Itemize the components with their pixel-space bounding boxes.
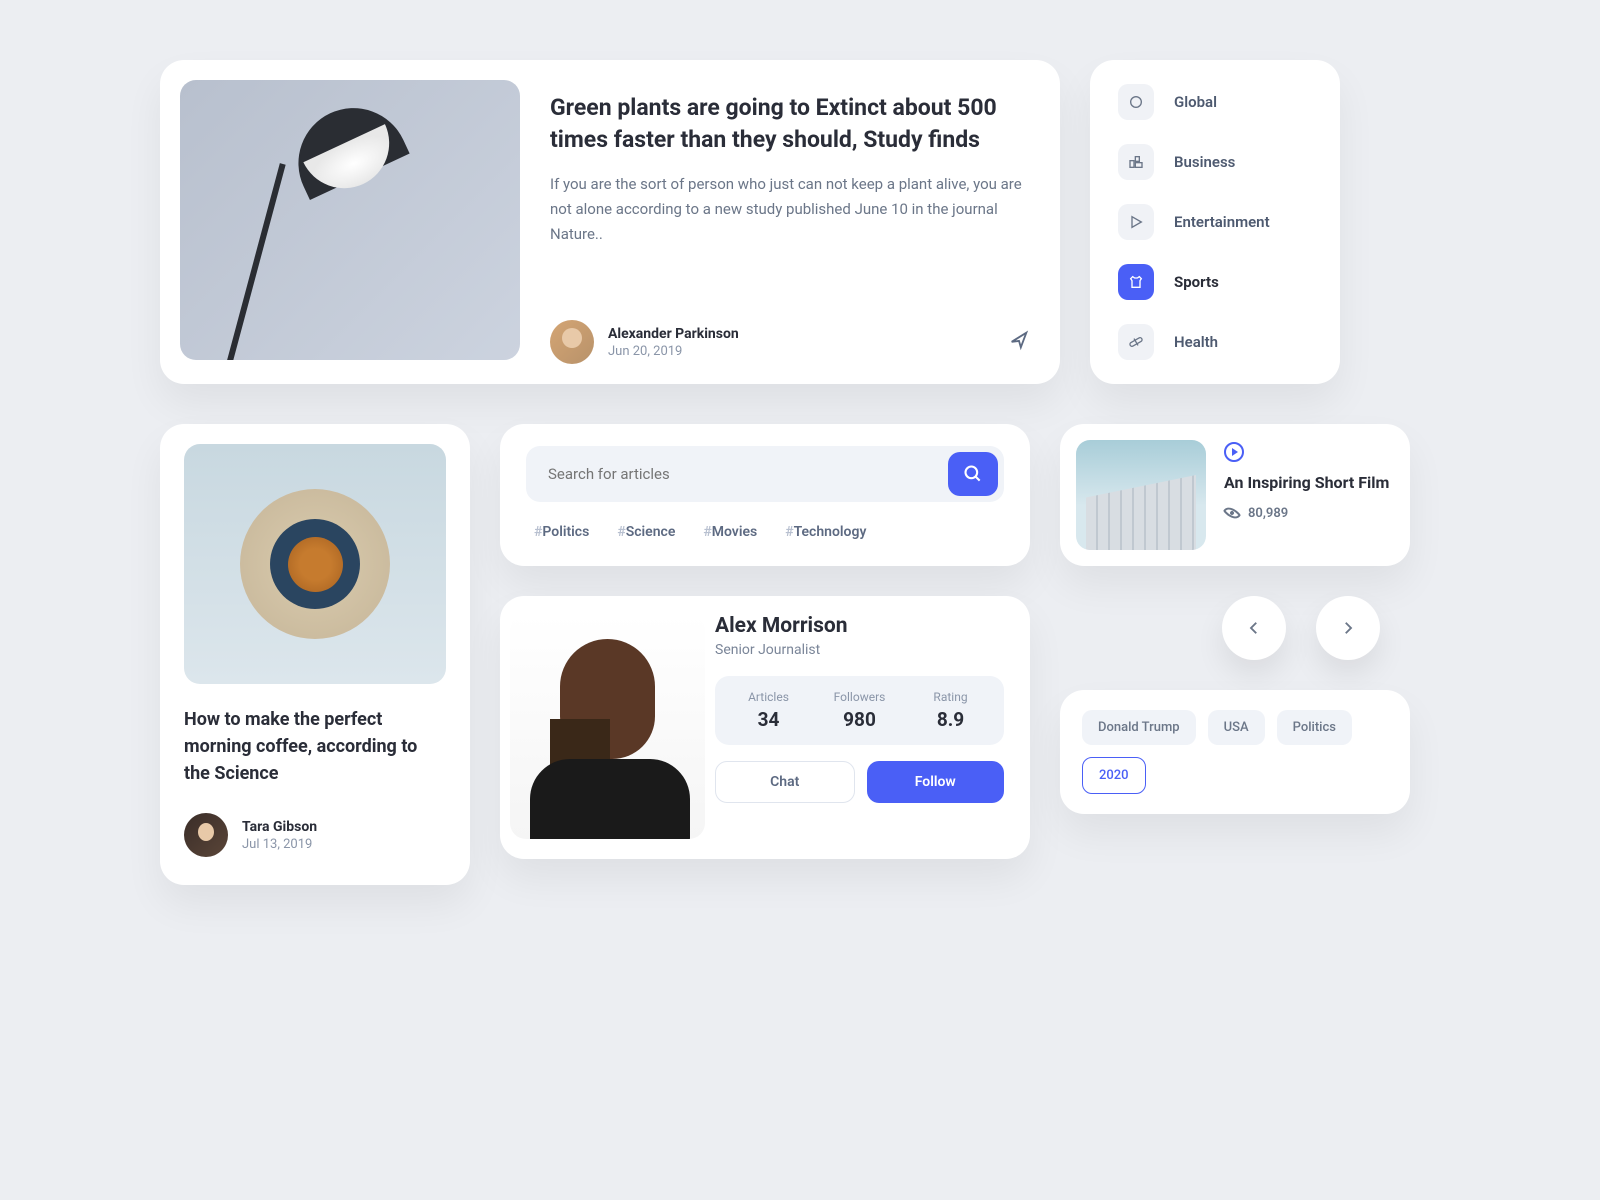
category-sports[interactable]: Sports	[1118, 264, 1312, 300]
coffee-title: How to make the perfect morning coffee, …	[184, 706, 446, 787]
category-label: Entertainment	[1174, 213, 1270, 231]
video-views: 80,989	[1248, 506, 1288, 521]
prev-button[interactable]	[1222, 596, 1286, 660]
author-avatar[interactable]	[184, 813, 228, 857]
category-label: Business	[1174, 153, 1235, 171]
tag-politics[interactable]: Politics	[534, 524, 589, 540]
stat-label: Rating	[905, 690, 996, 704]
category-entertainment[interactable]: Entertainment	[1118, 204, 1312, 240]
category-health[interactable]: Health	[1118, 324, 1312, 360]
category-list: Global Business Entertainment Sports Hea…	[1090, 60, 1340, 384]
chip-2020[interactable]: 2020	[1082, 757, 1146, 794]
featured-article-card[interactable]: Green plants are going to Extinct about …	[160, 60, 1060, 384]
pill-icon	[1118, 324, 1154, 360]
coffee-article-card[interactable]: How to make the perfect morning coffee, …	[160, 424, 470, 885]
tag-movies[interactable]: Movies	[703, 524, 757, 540]
chip-donald-trump[interactable]: Donald Trump	[1082, 710, 1196, 745]
author-date: Jul 13, 2019	[242, 837, 446, 852]
tag-technology[interactable]: Technology	[785, 524, 866, 540]
video-card[interactable]: An Inspiring Short Film 80,989	[1060, 424, 1410, 566]
follow-button[interactable]: Follow	[867, 761, 1005, 803]
featured-image	[180, 80, 520, 360]
category-label: Health	[1174, 333, 1218, 351]
category-label: Sports	[1174, 273, 1219, 291]
search-button[interactable]	[948, 452, 998, 496]
profile-name: Alex Morrison	[715, 614, 1004, 638]
chip-politics[interactable]: Politics	[1277, 710, 1352, 745]
chevron-right-icon	[1339, 619, 1357, 637]
chevron-left-icon	[1245, 619, 1263, 637]
category-label: Global	[1174, 93, 1217, 111]
filter-chips: Donald Trump USA Politics 2020	[1060, 690, 1410, 814]
next-button[interactable]	[1316, 596, 1380, 660]
stat-value: 8.9	[905, 708, 996, 731]
profile-photo	[510, 614, 705, 839]
eye-icon	[1223, 504, 1241, 522]
author-name: Tara Gibson	[242, 819, 446, 835]
featured-excerpt: If you are the sort of person who just c…	[550, 172, 1030, 246]
chat-button[interactable]: Chat	[715, 761, 855, 803]
author-date: Jun 20, 2019	[608, 344, 994, 359]
stat-value: 980	[814, 708, 905, 731]
circle-icon	[1118, 84, 1154, 120]
profile-card: Alex Morrison Senior Journalist Articles…	[500, 596, 1030, 859]
search-icon	[963, 464, 983, 484]
jersey-icon	[1118, 264, 1154, 300]
share-icon[interactable]	[1008, 329, 1030, 355]
author-avatar[interactable]	[550, 320, 594, 364]
play-badge-icon	[1224, 442, 1244, 462]
featured-title: Green plants are going to Extinct about …	[550, 92, 1030, 156]
video-title: An Inspiring Short Film	[1224, 472, 1394, 494]
profile-stats: Articles 34 Followers 980 Rating 8.9	[715, 676, 1004, 745]
category-global[interactable]: Global	[1118, 84, 1312, 120]
video-thumbnail	[1076, 440, 1206, 550]
chip-usa[interactable]: USA	[1208, 710, 1265, 745]
author-name: Alexander Parkinson	[608, 326, 994, 342]
stat-value: 34	[723, 708, 814, 731]
tag-science[interactable]: Science	[617, 524, 675, 540]
profile-role: Senior Journalist	[715, 642, 1004, 658]
chart-icon	[1118, 144, 1154, 180]
stat-label: Articles	[723, 690, 814, 704]
search-box	[526, 446, 1004, 502]
category-business[interactable]: Business	[1118, 144, 1312, 180]
search-input[interactable]	[548, 465, 948, 483]
stat-label: Followers	[814, 690, 905, 704]
play-icon	[1118, 204, 1154, 240]
coffee-image	[184, 444, 446, 684]
search-card: Politics Science Movies Technology	[500, 424, 1030, 566]
